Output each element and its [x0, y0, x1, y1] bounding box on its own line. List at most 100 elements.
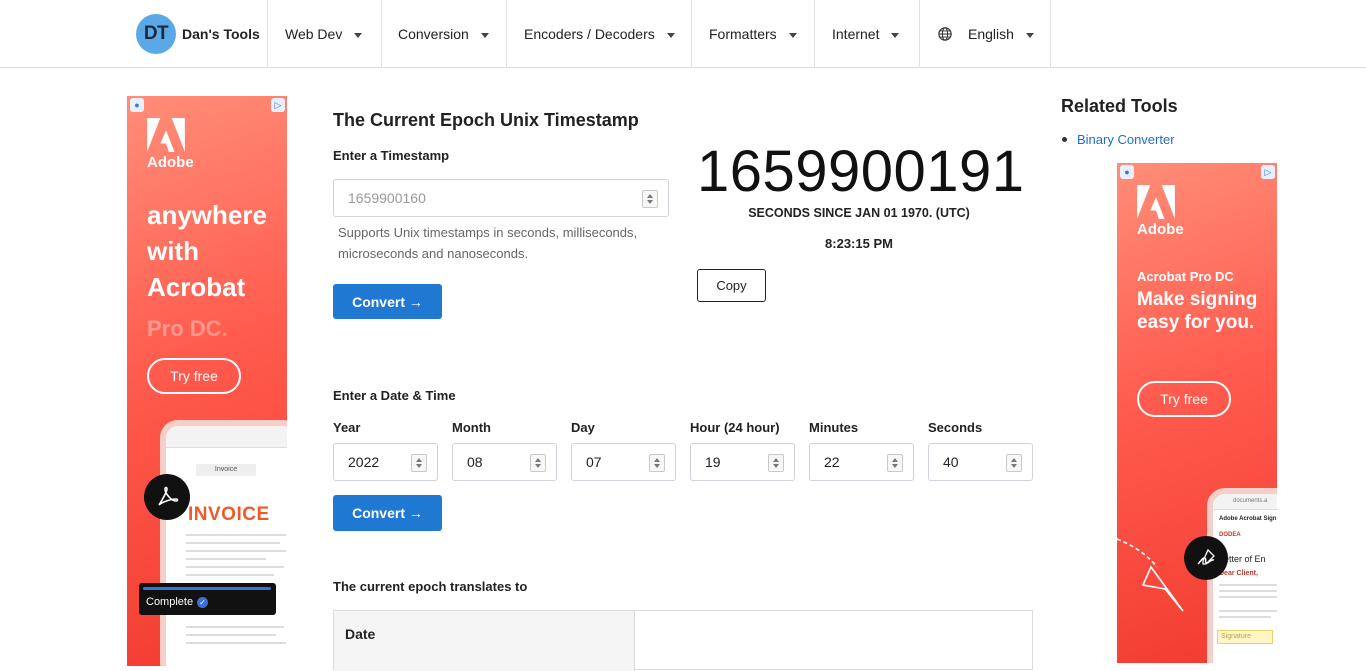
ad-headline-line: with — [147, 236, 199, 266]
phone-toolbar — [166, 426, 287, 448]
doc-line — [186, 542, 280, 544]
seconds-input[interactable]: 40 — [928, 443, 1033, 481]
ad-banner-left[interactable]: ● ▷ Adobe anywhere with Acrobat Pro DC. … — [127, 96, 287, 666]
doc-line — [186, 550, 286, 552]
hour-input[interactable]: 19 — [690, 443, 795, 481]
ad-try-free-button[interactable]: Try free — [1137, 381, 1231, 417]
status-progress — [143, 587, 271, 590]
minutes-label: Minutes — [809, 420, 859, 435]
nav-label: Internet — [832, 26, 880, 42]
globe-icon — [938, 27, 952, 41]
timestamp-input[interactable]: 1659900160 — [333, 179, 669, 217]
ad-headline-line: anywhere — [147, 200, 267, 230]
number-spinner[interactable] — [649, 454, 665, 472]
seconds-value: 40 — [943, 454, 959, 470]
minutes-input[interactable]: 22 — [809, 443, 914, 481]
phone-doc-tab: Invoice — [196, 464, 256, 476]
adobe-logo-icon — [147, 118, 185, 152]
nav-language[interactable]: English — [919, 0, 1050, 68]
ad-choices-icon[interactable]: ▷ — [271, 98, 285, 112]
translates-label: The current epoch translates to — [333, 579, 528, 594]
ad-headline-line: Acrobat — [147, 272, 246, 302]
ad-headline-line: Pro DC. — [147, 316, 228, 341]
month-label: Month — [452, 420, 491, 435]
ad-brand: Adobe — [1137, 221, 1184, 238]
ad-headline: Make signing easy for you. — [1137, 289, 1258, 333]
paper-plane-icon — [1117, 538, 1184, 612]
top-navbar: DT Dan's Tools Web Dev Conversion Encode… — [0, 0, 1366, 68]
result-table: Date — [333, 610, 1033, 671]
doc-line — [186, 634, 276, 636]
page-title: The Current Epoch Unix Timestamp — [333, 110, 639, 130]
nav-conversion[interactable]: Conversion — [381, 0, 506, 68]
day-label: Day — [571, 420, 595, 435]
hour-value: 19 — [705, 454, 721, 470]
nav-internet[interactable]: Internet — [814, 0, 919, 68]
brand-name: Dan's Tools — [182, 26, 260, 42]
related-tools-list: Binary Converter — [1061, 132, 1175, 147]
year-label: Year — [333, 420, 361, 435]
day-value: 07 — [586, 454, 602, 470]
ad-privacy-icon[interactable]: ● — [130, 98, 144, 112]
timestamp-placeholder: 1659900160 — [348, 190, 426, 206]
check-icon: ✓ — [197, 596, 209, 608]
nav-formatters[interactable]: Formatters — [691, 0, 814, 68]
ad-privacy-icon[interactable]: ● — [1120, 165, 1134, 179]
number-spinner[interactable] — [887, 454, 903, 472]
phone-doc-greeting: Dear Client, — [1219, 570, 1258, 577]
doc-line — [1219, 596, 1277, 598]
ad-try-free-button[interactable]: Try free — [147, 358, 241, 394]
hour-label: Hour (24 hour) — [690, 420, 780, 435]
sign-icon — [1184, 536, 1228, 580]
nav-label: Encoders / Decoders — [524, 26, 655, 42]
phone-doc-brand: DODEA — [1219, 532, 1241, 538]
minutes-value: 22 — [824, 454, 840, 470]
convert-timestamp-button[interactable]: Convert → — [333, 284, 442, 319]
chevron-down-icon — [1025, 32, 1034, 38]
doc-line — [1219, 610, 1277, 612]
chevron-down-icon — [480, 32, 489, 38]
list-item: Binary Converter — [1061, 132, 1175, 147]
number-spinner[interactable] — [411, 454, 427, 472]
nav-label: Web Dev — [285, 26, 343, 42]
chevron-down-icon — [891, 32, 900, 38]
epoch-caption: SECONDS SINCE JAN 01 1970. (UTC) — [748, 206, 970, 220]
year-value: 2022 — [348, 454, 380, 470]
nav-label: Conversion — [398, 26, 469, 42]
related-link-binary-converter[interactable]: Binary Converter — [1077, 132, 1175, 147]
chevron-down-icon — [354, 32, 363, 38]
timestamp-help-text: Supports Unix timestamps in seconds, mil… — [338, 225, 638, 261]
number-spinner[interactable] — [768, 454, 784, 472]
year-input[interactable]: 2022 — [333, 443, 438, 481]
number-spinner[interactable] — [642, 190, 658, 208]
seconds-label: Seconds — [928, 420, 983, 435]
month-input[interactable]: 08 — [452, 443, 557, 481]
nav-web-dev[interactable]: Web Dev — [267, 0, 381, 68]
day-input[interactable]: 07 — [571, 443, 676, 481]
doc-line — [186, 574, 274, 576]
ad-banner-right[interactable]: ● ▷ Adobe Acrobat Pro DC Make signing ea… — [1117, 163, 1277, 663]
number-spinner[interactable] — [1006, 454, 1022, 472]
nav-divider — [1050, 0, 1051, 68]
ad-choices-icon[interactable]: ▷ — [1261, 165, 1275, 179]
phone-doc-header: Adobe Acrobat Sign — [1219, 516, 1277, 522]
doc-line — [186, 566, 284, 568]
doc-line — [186, 558, 266, 560]
brand-link[interactable]: DT Dan's Tools — [136, 14, 260, 54]
doc-line — [186, 534, 286, 536]
doc-line — [1219, 616, 1271, 618]
number-spinner[interactable] — [530, 454, 546, 472]
ad-status-pill: Complete ✓ — [139, 583, 276, 615]
nav-encoders-decoders[interactable]: Encoders / Decoders — [506, 0, 691, 68]
timestamp-label: Enter a Timestamp — [333, 148, 450, 163]
current-time: 8:23:15 PM — [825, 236, 893, 251]
copy-button[interactable]: Copy — [697, 269, 766, 302]
related-tools-title: Related Tools — [1061, 96, 1178, 116]
ad-brand: Adobe — [147, 154, 194, 171]
doc-line — [186, 626, 284, 628]
convert-date-button[interactable]: Convert → — [333, 495, 442, 531]
phone-url: documents.a — [1213, 494, 1277, 510]
nav-label: Formatters — [709, 26, 777, 42]
nav-label: English — [968, 26, 1014, 42]
adobe-logo-icon — [1137, 185, 1175, 219]
